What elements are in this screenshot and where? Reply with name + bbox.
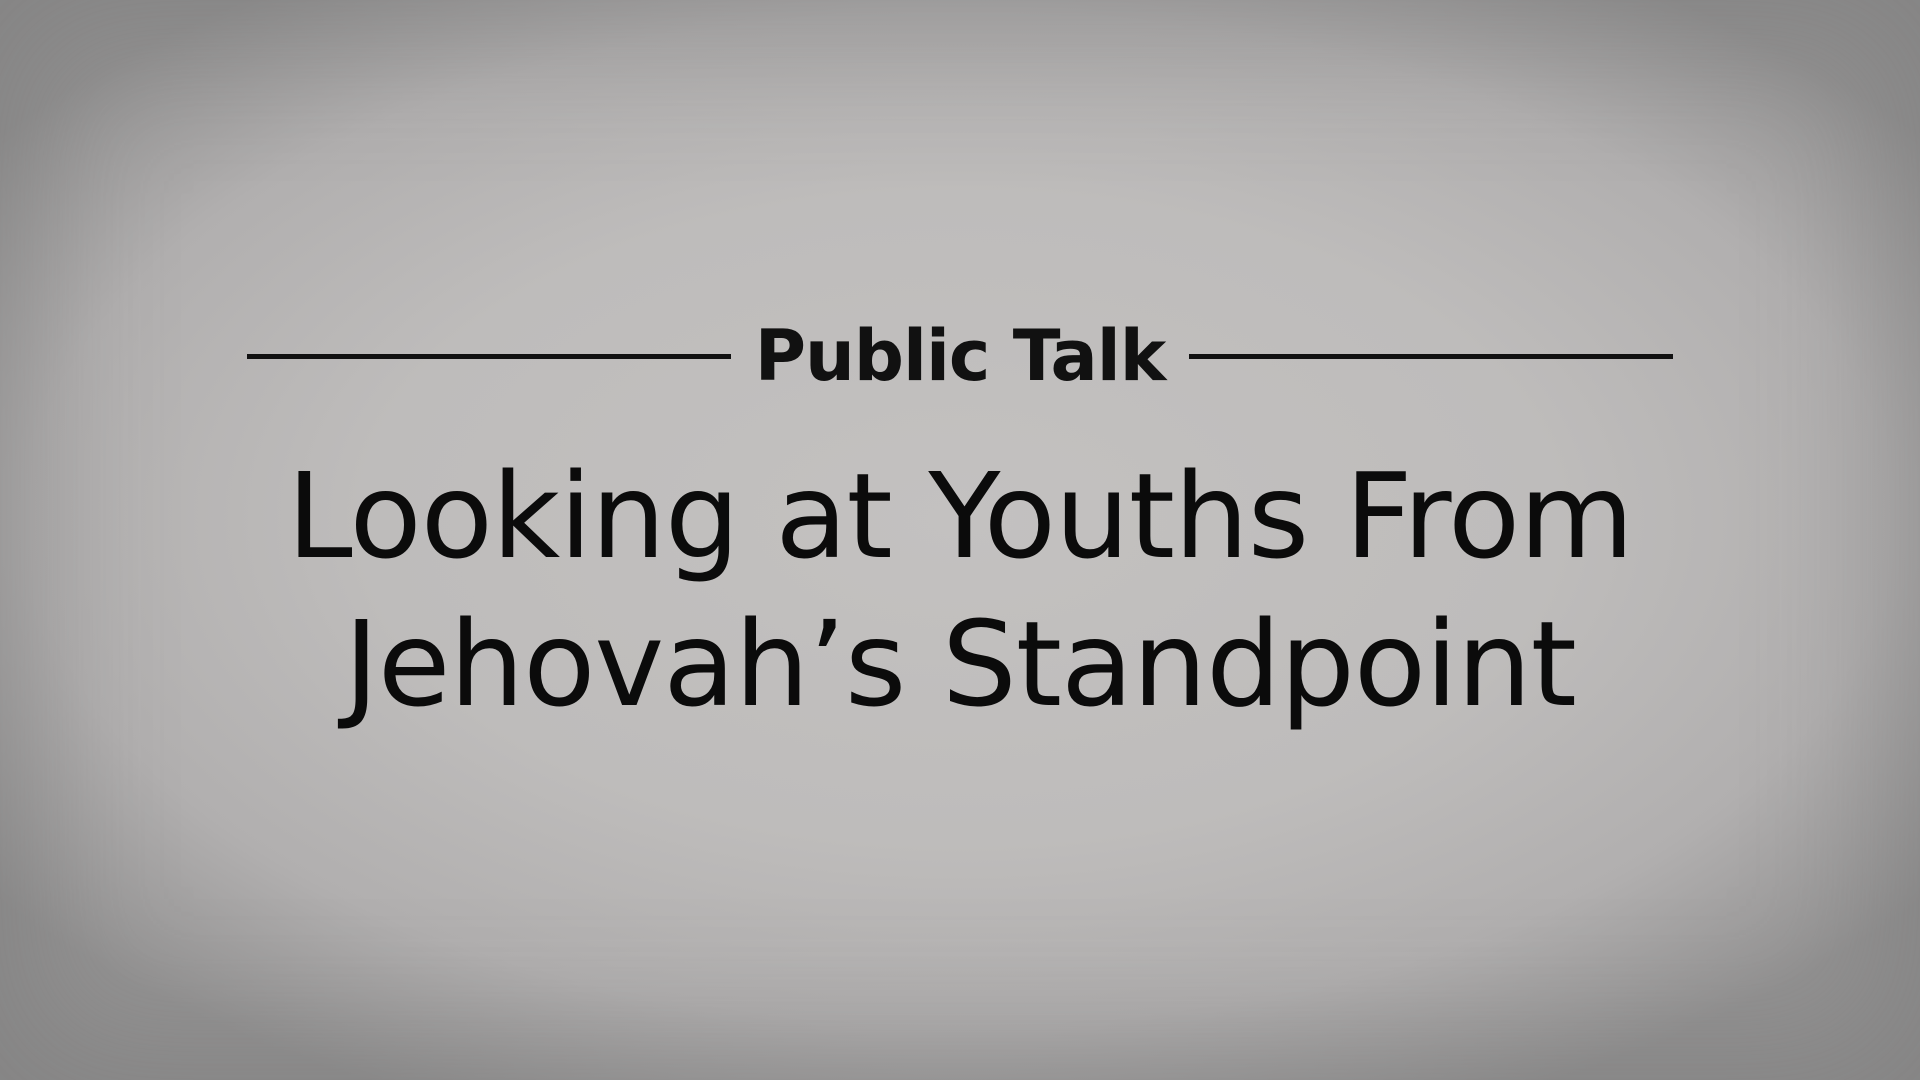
talk-title-line-2: Jehovah’s Standpoint [344,595,1577,733]
right-divider-line [1189,353,1674,359]
talk-title: Looking at Youths From Jehovah’s Standpo… [160,442,1760,738]
left-divider-line [247,353,731,359]
title-slide: Public Talk Looking at Youths From Jehov… [0,0,1920,1080]
talk-title-line-1: Looking at Youths From [286,447,1634,585]
slide-label: Public Talk [754,315,1167,397]
label-row: Public Talk [247,315,1674,397]
